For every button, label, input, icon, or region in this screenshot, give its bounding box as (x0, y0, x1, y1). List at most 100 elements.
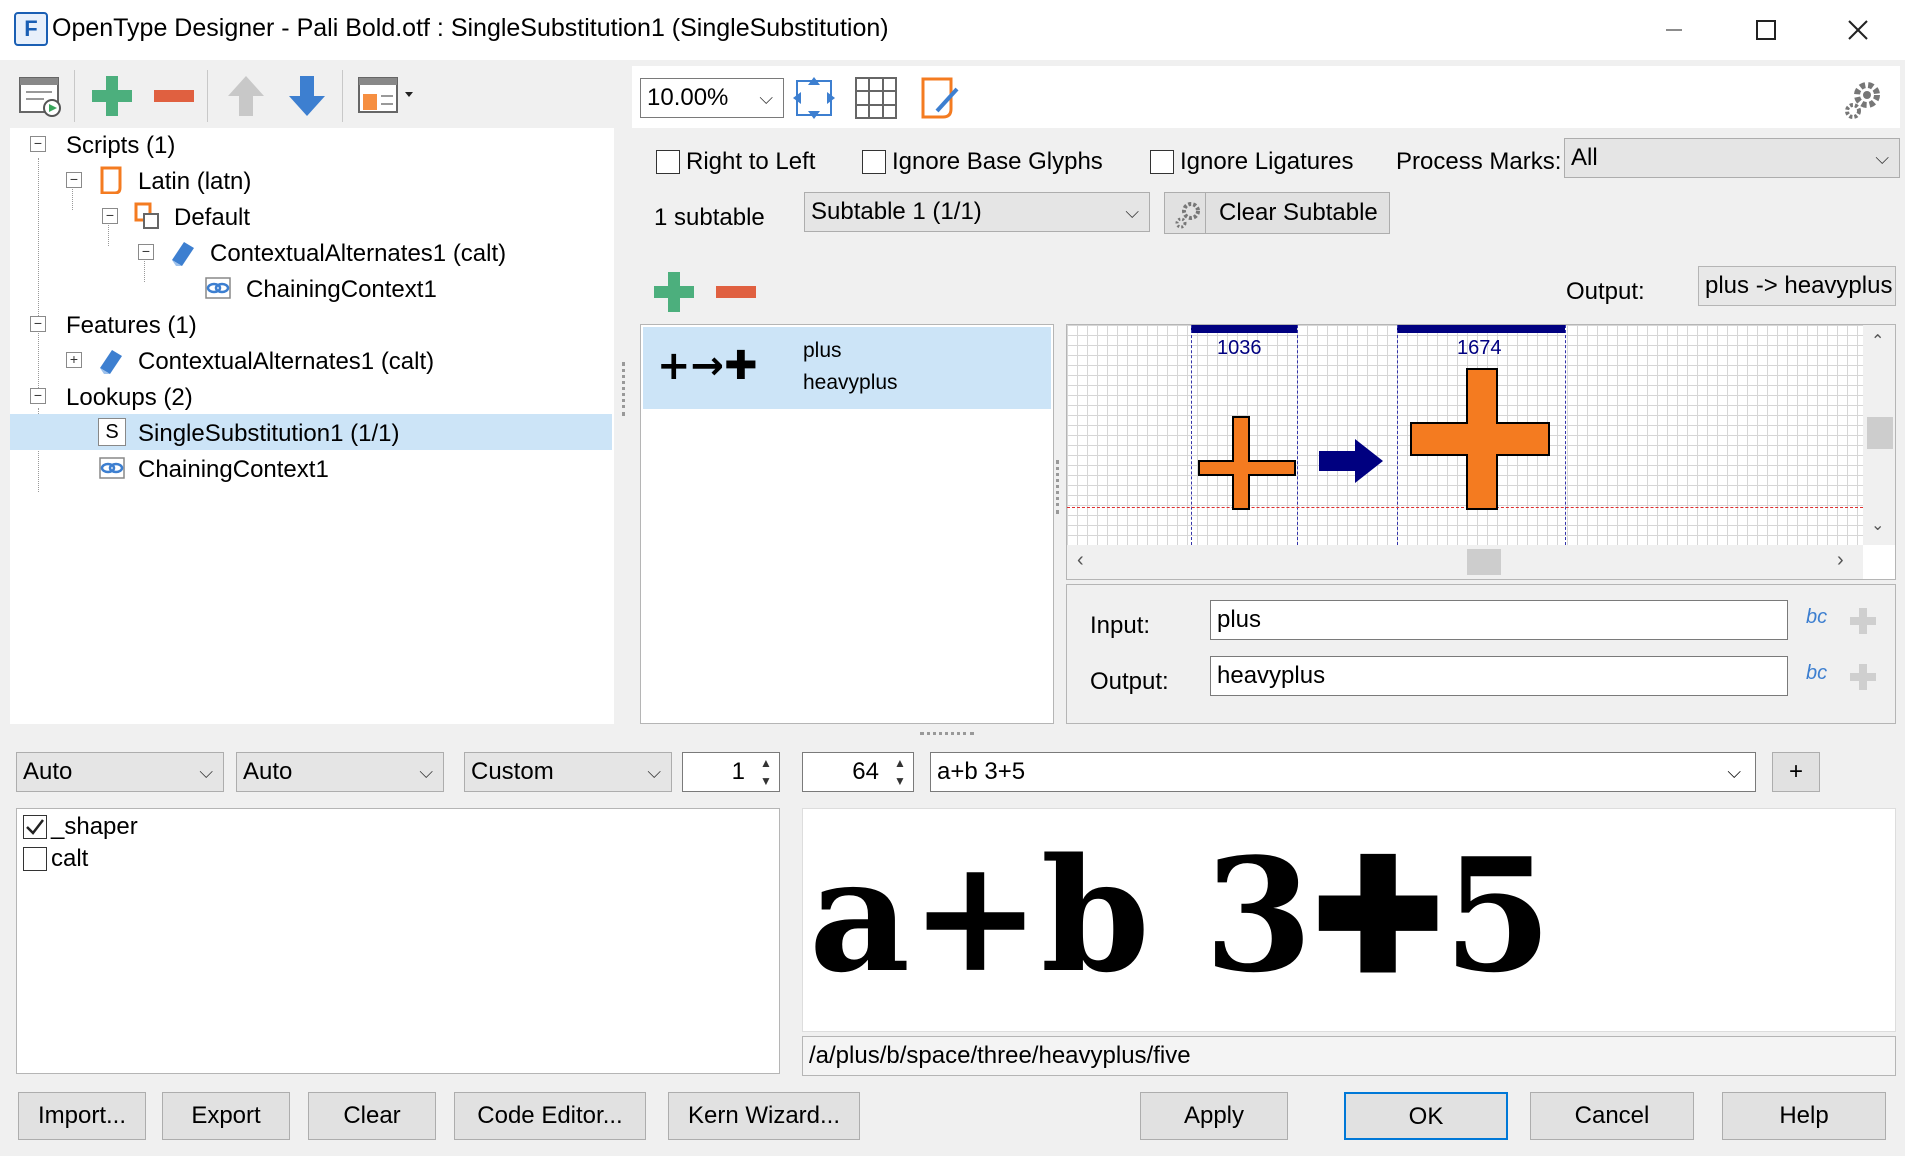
glyph-grid[interactable]: 1036 1674 (1067, 325, 1863, 545)
add-output-button[interactable] (1848, 662, 1878, 699)
clear-button[interactable]: Clear (308, 1092, 436, 1140)
minimize-icon (1666, 29, 1682, 31)
glyph-string-field: /a/plus/b/space/three/heavyplus/five (802, 1036, 1896, 1076)
settings-button[interactable] (1840, 74, 1888, 122)
chevron-up-icon: ⌃ (1871, 333, 1885, 350)
spinner-arrows[interactable]: ▲ ▼ (754, 754, 778, 790)
preview-lookup-button[interactable] (16, 72, 64, 120)
tree-item-calt-feature[interactable]: ContextualAlternates1 (calt) (138, 344, 434, 380)
tree-item-single-substitution[interactable]: SingleSubstitution1 (1/1) (138, 416, 400, 452)
plus-icon (92, 76, 132, 116)
remove-rule-button[interactable] (712, 268, 760, 316)
window-list-icon (358, 77, 413, 113)
tree-item-default[interactable]: Default (174, 200, 250, 236)
chevron-down-icon: ⌵ (1125, 202, 1139, 222)
window-preview-icon (19, 77, 61, 117)
fit-view-button[interactable] (790, 74, 838, 122)
move-down-button[interactable] (283, 72, 331, 120)
kern-wizard-button[interactable]: Kern Wizard... (668, 1092, 860, 1140)
add-input-button[interactable] (1848, 606, 1878, 643)
help-button[interactable]: Help (1722, 1092, 1886, 1140)
tree-expander[interactable]: − (30, 316, 46, 332)
ignore-ligatures-checkbox[interactable] (1150, 150, 1174, 174)
tree-item-features[interactable]: Features (1) (66, 308, 197, 344)
zoom-select[interactable]: 10.00% ⌵ (640, 78, 784, 118)
chevron-down-icon: ⌵ (1875, 148, 1889, 168)
direction-select[interactable]: Custom ⌵ (464, 752, 672, 792)
horizontal-scrollbar[interactable]: ‹ › (1067, 545, 1863, 579)
process-marks-value: All (1571, 144, 1598, 171)
chevron-down-icon: ⌄ (1871, 517, 1885, 534)
feature-icon (100, 350, 122, 374)
tree-item-latin[interactable]: Latin (latn) (138, 164, 251, 200)
chaining-lookup-icon (99, 457, 125, 479)
tree-item-chaining-lookup[interactable]: ChainingContext1 (138, 452, 329, 488)
rule-output: heavyplus (803, 371, 898, 394)
tree-expander[interactable]: + (66, 352, 82, 368)
sample-text-field[interactable]: a+b 3+5 ⌵ (930, 752, 1756, 792)
scroll-thumb (1467, 549, 1501, 575)
tree-expander[interactable]: − (102, 208, 118, 224)
horizontal-splitter[interactable] (920, 732, 974, 736)
ignore-base-checkbox[interactable] (862, 150, 886, 174)
tree-expander[interactable]: − (138, 244, 154, 260)
move-up-button[interactable] (222, 72, 270, 120)
sample-text-value: a+b 3+5 (937, 758, 1026, 785)
view-menu-button[interactable] (356, 72, 418, 120)
tree-item-calt-script[interactable]: ContextualAlternates1 (calt) (210, 236, 506, 272)
vertical-splitter[interactable] (1056, 460, 1060, 514)
language-select[interactable]: Auto ⌵ (236, 752, 444, 792)
process-marks-select[interactable]: All ⌵ (1564, 138, 1900, 178)
tree-item-lookups[interactable]: Lookups (2) (66, 380, 193, 416)
add-sample-button[interactable]: + (1772, 752, 1820, 792)
subtable-select[interactable]: Subtable 1 (1/1) ⌵ (804, 192, 1150, 232)
rules-list: +→✚ plus heavyplus (640, 324, 1054, 724)
right-to-left-checkbox[interactable] (656, 150, 680, 174)
remove-button[interactable] (150, 72, 198, 120)
input-label: Input: (1090, 612, 1151, 639)
glyph-table-button[interactable] (852, 74, 900, 122)
clear-subtable-button[interactable]: Clear Subtable (1164, 192, 1390, 234)
heavyplus-glyph (1410, 368, 1550, 510)
rule-row[interactable]: +→✚ plus heavyplus (643, 327, 1051, 409)
script-select[interactable]: Auto ⌵ (16, 752, 224, 792)
cancel-button[interactable]: Cancel (1530, 1092, 1694, 1140)
ignore-base-label: Ignore Base Glyphs (892, 148, 1103, 175)
glyph-picker-icon[interactable]: bc (1806, 606, 1827, 629)
ok-button[interactable]: OK (1344, 1092, 1508, 1140)
tree-expander[interactable]: − (30, 136, 46, 152)
features-list: _shaper calt (16, 808, 780, 1074)
fit-view-icon (793, 77, 835, 119)
chevron-down-icon: ⌵ (419, 762, 433, 782)
glyph-picker-icon[interactable]: bc (1806, 662, 1827, 685)
import-button[interactable]: Import... (18, 1092, 146, 1140)
output-glyph-field[interactable]: heavyplus (1210, 656, 1788, 696)
tree-item-scripts[interactable]: Scripts (1) (66, 128, 175, 164)
apply-button[interactable]: Apply (1140, 1092, 1288, 1140)
code-editor-button[interactable]: Code Editor... (454, 1092, 646, 1140)
gear-icon (1845, 82, 1880, 119)
tree-expander[interactable]: − (66, 172, 82, 188)
glyph-canvas: 1036 1674 ⌃ ⌄ ‹ › (1066, 324, 1896, 580)
feature-checkbox-calt[interactable] (23, 847, 47, 871)
input-glyph-field[interactable]: plus (1210, 600, 1788, 640)
vertical-splitter[interactable] (622, 362, 626, 416)
maximize-button[interactable] (1720, 0, 1812, 60)
minus-icon (716, 286, 756, 298)
minimize-button[interactable] (1628, 0, 1720, 60)
plus-icon (1850, 608, 1876, 634)
chevron-down-icon: ⌵ (647, 762, 661, 782)
feature-checkbox-shaper[interactable] (23, 815, 47, 839)
vertical-scrollbar[interactable]: ⌃ ⌄ (1863, 325, 1895, 545)
add-rule-button[interactable] (650, 268, 698, 316)
close-button[interactable] (1812, 0, 1904, 60)
arrow-right-icon (1319, 439, 1383, 483)
export-button[interactable]: Export (162, 1092, 290, 1140)
tree-expander[interactable]: − (30, 388, 46, 404)
chevron-left-icon: ‹ (1077, 549, 1084, 571)
add-button[interactable] (88, 72, 136, 120)
spinner-arrows[interactable]: ▲ ▼ (888, 754, 912, 790)
tree-item-chaining-script[interactable]: ChainingContext1 (246, 272, 437, 308)
process-marks-label: Process Marks: (1396, 148, 1562, 175)
edit-glyph-button[interactable] (914, 74, 962, 122)
